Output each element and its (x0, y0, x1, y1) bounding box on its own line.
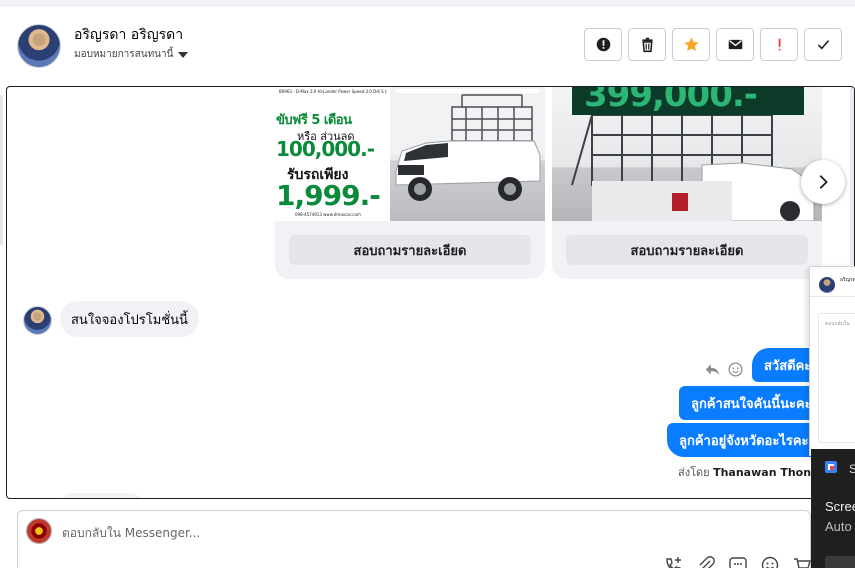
contact-avatar[interactable] (17, 24, 61, 68)
pickup-truck-photo: 399,000.- (552, 86, 822, 221)
notification-app-name: S (849, 462, 855, 476)
carousel-next-button[interactable] (801, 160, 845, 204)
delete-button[interactable] (628, 28, 666, 61)
notification-subtitle: Auto (825, 519, 852, 534)
checkmark-icon (817, 40, 829, 50)
assign-conversation-dropdown[interactable]: มอบหมายการสนทนานี้ (74, 47, 189, 62)
exclamation-icon (778, 38, 781, 51)
mark-done-button[interactable] (804, 28, 842, 61)
header-actions (584, 28, 842, 61)
outgoing-message[interactable]: ลูกค้าสนใจคันนี้นะคะ (679, 386, 824, 420)
follow-up-button[interactable] (760, 28, 798, 61)
sent-by-prefix: ส่งโดย (678, 466, 710, 479)
poster-price: 1,999.- (276, 179, 381, 212)
sent-by-label: ส่งโดย Thanawan Thon (678, 463, 811, 481)
message-hover-actions (704, 361, 744, 378)
emoji-icon[interactable] (760, 555, 780, 568)
snip-app-icon (825, 461, 837, 473)
messenger-inbox: อริญรดา อริญรดา มอบหมายการสนทนานี้ B0963… (0, 0, 855, 568)
preview-name: อริญรดา (840, 277, 855, 283)
preview-divider (810, 296, 855, 297)
message-thread[interactable]: B0963 - D-Max 3.0 Hi-Lander Power Speed … (6, 86, 855, 499)
card-image[interactable]: B0963 - D-Max 3.0 Hi-Lander Power Speed … (275, 87, 545, 221)
reply-input[interactable]: ตอบกลับใน Messenger... (62, 524, 200, 543)
reply-icon[interactable] (704, 361, 721, 378)
add-contact-icon[interactable] (664, 555, 684, 568)
truck-illustration (390, 87, 545, 201)
promo-poster: B0963 - D-Max 3.0 Hi-Lander Power Speed … (275, 87, 390, 221)
poster-model-text: B0963 - D-Max 3.0 Hi-Lander Power Speed … (279, 89, 387, 94)
attachment-icon[interactable] (696, 555, 716, 568)
partial-message-bubble (61, 493, 141, 498)
composer-toolbar (664, 555, 812, 568)
chevron-right-icon (819, 175, 828, 189)
spam-button[interactable] (584, 28, 622, 61)
star-icon (683, 37, 699, 51)
carousel-card: 399,000.- สอบถามรายละเอียด (552, 86, 822, 279)
mark-unread-button[interactable] (716, 28, 754, 61)
notification-title: Scree (825, 499, 855, 514)
price-banner-text: 399,000.- (584, 86, 758, 115)
card-image[interactable]: 399,000.- (552, 86, 822, 221)
exclamation-circle-icon (596, 37, 610, 52)
sent-by-name: Thanawan Thon (713, 466, 812, 479)
floating-chat-preview[interactable]: อริญรดา ตอบกลับใน (809, 266, 855, 456)
assign-label: มอบหมายการสนทนานี้ (74, 49, 174, 60)
chevron-down-icon (178, 51, 189, 58)
left-scroll-edge (0, 95, 3, 245)
envelope-icon (728, 39, 742, 50)
price-banner: 399,000.- (572, 86, 804, 115)
card-peek-edge (850, 87, 854, 265)
outgoing-message[interactable]: ลูกค้าอยู่จังหวัดอะไรคะ (667, 423, 821, 457)
screenshot-notification[interactable]: S Scree Auto (811, 449, 855, 568)
carousel-card: B0963 - D-Max 3.0 Hi-Lander Power Speed … (275, 87, 545, 279)
star-button[interactable] (672, 28, 710, 61)
poster-footer: 098-4574913 www.dmaxcar.com (295, 212, 361, 217)
conversation-header: อริญรดา อริญรดา มอบหมายการสนทนานี้ (0, 6, 855, 86)
inquire-details-button[interactable]: สอบถามรายละเอียด (566, 235, 808, 265)
incoming-message[interactable]: สนใจจองโปรโมชั่นนี้ (60, 301, 199, 337)
pickup-truck-photo (390, 87, 545, 221)
preview-avatar (819, 277, 835, 293)
cart-icon[interactable] (792, 555, 812, 568)
inquire-details-button[interactable]: สอบถามรายละเอียด (289, 235, 531, 265)
saved-replies-icon[interactable] (728, 555, 748, 568)
smiley-icon[interactable] (727, 361, 744, 378)
poster-discount-amount: 100,000.- (276, 137, 375, 161)
trash-icon (641, 37, 653, 53)
notification-action-button[interactable] (825, 556, 855, 568)
contact-name[interactable]: อริญรดา อริญรดา (74, 24, 183, 46)
contact-avatar-small[interactable] (23, 306, 52, 335)
page-avatar (26, 518, 52, 544)
preview-placeholder: ตอบกลับใน (825, 321, 850, 327)
reply-composer[interactable]: ตอบกลับใน Messenger... (17, 510, 811, 568)
preview-reply-box[interactable] (818, 313, 855, 443)
